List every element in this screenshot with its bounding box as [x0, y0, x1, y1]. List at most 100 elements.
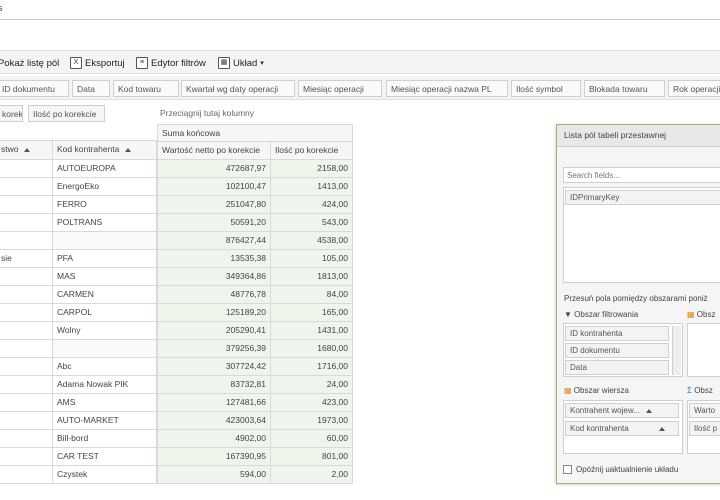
field-chip[interactable]: Kod towaru: [113, 80, 179, 97]
field-chip[interactable]: Ilość symbol: [511, 80, 581, 97]
qty-cell: 1973,00: [271, 412, 353, 430]
row-area-box[interactable]: Kontrahent wojew... Kod kontrahenta: [563, 400, 683, 454]
value-cell: 48776,78: [157, 286, 271, 304]
value-cell: 349364,86: [157, 268, 271, 286]
search-fields-input[interactable]: [563, 167, 720, 183]
qty-cell: 1680,00: [271, 340, 353, 358]
defer-update-option[interactable]: Opóźnij uaktualnienie układu: [563, 465, 678, 474]
pivot-grid: Suma końcowa stwo Kod kontrahenta Wartoś…: [0, 124, 556, 500]
row-key-cell: PFA: [53, 250, 157, 268]
scrollbar[interactable]: [672, 326, 681, 375]
qty-cell: 1413,00: [271, 178, 353, 196]
row-key-cell: AUTOEUROPA: [53, 160, 157, 178]
field-list-box: IDPrimaryKey: [563, 187, 720, 283]
row-key-cell: Abc: [53, 358, 157, 376]
values-area-text: Obsz: [694, 386, 713, 395]
row-key-cell: Czystek: [53, 466, 157, 484]
row-group-cell: [0, 358, 53, 376]
row-key-cell: Wolny: [53, 322, 157, 340]
chevron-down-icon: ▾: [260, 60, 264, 67]
row-area-label: ▦ Obszar wiersza: [564, 386, 629, 395]
field-chip[interactable]: Blokada towaru: [584, 80, 665, 97]
row-group-cell: [0, 214, 53, 232]
row-field-header[interactable]: Kod kontrahenta: [53, 140, 157, 160]
filter-area-item[interactable]: ID dokumentu: [565, 343, 669, 358]
row-area-item-label: Kontrahent wojew...: [570, 406, 640, 415]
field-list-item[interactable]: IDPrimaryKey: [565, 190, 720, 205]
values-area-item[interactable]: Warto: [689, 403, 720, 418]
row-group-cell: [0, 376, 53, 394]
row-area-item[interactable]: Kontrahent wojew...: [565, 403, 679, 418]
field-chip[interactable]: Kwartał wg daty operacji: [181, 80, 295, 97]
defer-update-checkbox[interactable]: [563, 465, 572, 474]
show-field-list-label: Pokaż listę pól: [0, 57, 60, 69]
data-field-chip[interactable]: korekcie: [0, 105, 23, 122]
show-field-list-button[interactable]: Pokaż listę pól: [0, 55, 59, 71]
qty-cell: 60,00: [271, 430, 353, 448]
field-chip[interactable]: Miesiąc operacji nazwa PL: [386, 80, 508, 97]
filter-editor-label: Edytor filtrów: [151, 57, 206, 69]
values-area-box[interactable]: Warto Ilość p: [687, 400, 720, 454]
qty-cell: 543,00: [271, 214, 353, 232]
filter-area-label: ▼ Obszar filtrowania: [564, 310, 638, 319]
row-field-header[interactable]: stwo: [0, 140, 53, 160]
defer-update-label: Opóźnij uaktualnienie układu: [576, 465, 679, 474]
sort-up-icon: [125, 147, 132, 152]
layout-button[interactable]: ▦ Układ ▾: [218, 55, 264, 71]
row-key-cell: [53, 232, 157, 250]
window-title-bar: s: [0, 0, 720, 20]
data-field-chip[interactable]: Ilość po korekcie: [28, 105, 105, 122]
qty-cell: 423,00: [271, 394, 353, 412]
row-key-cell: POLTRANS: [53, 214, 157, 232]
row-group-cell: sie: [0, 250, 53, 268]
sort-up-icon: [658, 426, 665, 431]
qty-cell: 165,00: [271, 304, 353, 322]
value-cell: 472687,97: [157, 160, 271, 178]
row-group-cell: [0, 232, 53, 250]
filter-editor-button[interactable]: ≡ Edytor filtrów: [136, 55, 206, 71]
row-key-cell: MAS: [53, 268, 157, 286]
row-group-cell: [0, 466, 53, 484]
value-cell: 251047,80: [157, 196, 271, 214]
filter-area-item[interactable]: ID kontrahenta: [565, 326, 669, 341]
field-chip[interactable]: Miesiąc operacji: [298, 80, 382, 97]
value-cell: 127481,66: [157, 394, 271, 412]
column-header-value[interactable]: Wartość netto po korekcie: [157, 142, 271, 160]
qty-cell: 105,00: [271, 250, 353, 268]
grand-total-header: Suma końcowa: [157, 124, 353, 142]
toolbar: Pokaż listę pól X Eksportuj ≡ Edytor fil…: [0, 50, 720, 74]
filter-area-box[interactable]: ID kontrahenta ID dokumentu Data: [563, 323, 683, 377]
columns-area-box[interactable]: [687, 323, 720, 377]
row-key-cell: [53, 340, 157, 358]
qty-cell: 1813,00: [271, 268, 353, 286]
panel-title: Lista pól tabeli przestawnej: [557, 125, 720, 147]
row-key-cell: CAR TEST: [53, 448, 157, 466]
row-area-item[interactable]: Kod kontrahenta: [565, 421, 679, 436]
row-group-cell: [0, 394, 53, 412]
row-group-cell: [0, 412, 53, 430]
row-key-cell: CARPOL: [53, 304, 157, 322]
value-cell: 423003,64: [157, 412, 271, 430]
qty-cell: 2,00: [271, 466, 353, 484]
field-chip[interactable]: Rok operacji: [668, 80, 720, 97]
columns-area-label: ▦ Obsz: [687, 310, 715, 319]
qty-cell: 2158,00: [271, 160, 353, 178]
value-cell: 307724,42: [157, 358, 271, 376]
qty-cell: 24,00: [271, 376, 353, 394]
row-group-cell: [0, 448, 53, 466]
grid-rows-icon: ▦: [564, 386, 572, 395]
field-chip[interactable]: Data: [72, 80, 110, 97]
column-header-qty[interactable]: Ilość po korekcie: [271, 142, 353, 160]
qty-cell: 1716,00: [271, 358, 353, 376]
values-area-item[interactable]: Ilość p: [689, 421, 720, 436]
row-group-cell: [0, 322, 53, 340]
row-area-text: Obszar wiersza: [573, 386, 629, 395]
filter-area-item[interactable]: Data: [565, 360, 669, 375]
field-chip[interactable]: ID dokumentu: [0, 80, 69, 97]
export-label: Eksportuj: [85, 57, 125, 69]
row-group-cell: [0, 340, 53, 358]
row-key-cell: FERRO: [53, 196, 157, 214]
value-cell: 4902,00: [157, 430, 271, 448]
export-button[interactable]: X Eksportuj: [70, 55, 125, 71]
layout-icon: ▦: [218, 57, 230, 69]
